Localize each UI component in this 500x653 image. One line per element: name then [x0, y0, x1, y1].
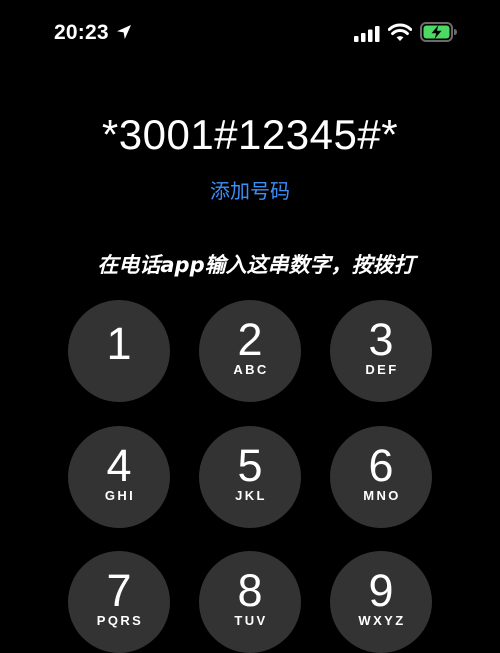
key-digit: 2	[237, 314, 263, 365]
cellular-signal-icon	[354, 25, 380, 42]
key-digit: 4	[106, 440, 132, 491]
wifi-icon	[387, 23, 413, 42]
keypad-key-3[interactable]: 3 DEF	[330, 300, 432, 402]
key-digit: 7	[106, 565, 132, 616]
keypad-key-6[interactable]: 6 MNO	[330, 426, 432, 528]
key-digit: 3	[368, 314, 394, 365]
key-digit: 9	[368, 565, 394, 616]
keypad-key-9[interactable]: 9 WXYZ	[330, 551, 432, 653]
key-digit: 6	[368, 440, 394, 491]
battery-charging-icon	[420, 22, 458, 42]
status-bar: 20:23	[0, 0, 500, 60]
keypad-key-2[interactable]: 2 ABC	[199, 300, 301, 402]
add-number-link[interactable]: 添加号码	[0, 176, 500, 206]
key-letters: MNO	[363, 488, 401, 503]
keypad-key-5[interactable]: 5 JKL	[199, 426, 301, 528]
keypad-key-1[interactable]: 1	[68, 300, 170, 402]
keypad-key-4[interactable]: 4 GHI	[68, 426, 170, 528]
key-letters: GHI	[104, 488, 136, 503]
dialed-number-display: *3001#12345#*	[101, 111, 399, 158]
key-letters: TUV	[234, 613, 268, 628]
key-letters: PQRS	[96, 613, 144, 628]
keypad-key-8[interactable]: 8 TUV	[199, 551, 301, 653]
key-letters: JKL	[235, 488, 267, 503]
key-digit: 8	[237, 565, 263, 616]
key-digit: 5	[237, 440, 263, 491]
key-letters: ABC	[233, 362, 269, 377]
key-digit: 1	[106, 318, 132, 369]
key-letters: WXYZ	[358, 613, 406, 628]
instruction-caption: 在电话app输入这串数字，按拨打	[97, 253, 415, 277]
status-time: 20:23	[54, 21, 109, 44]
keypad-key-7[interactable]: 7 PQRS	[68, 551, 170, 653]
key-letters: DEF	[365, 362, 399, 377]
location-arrow-icon	[116, 24, 132, 40]
